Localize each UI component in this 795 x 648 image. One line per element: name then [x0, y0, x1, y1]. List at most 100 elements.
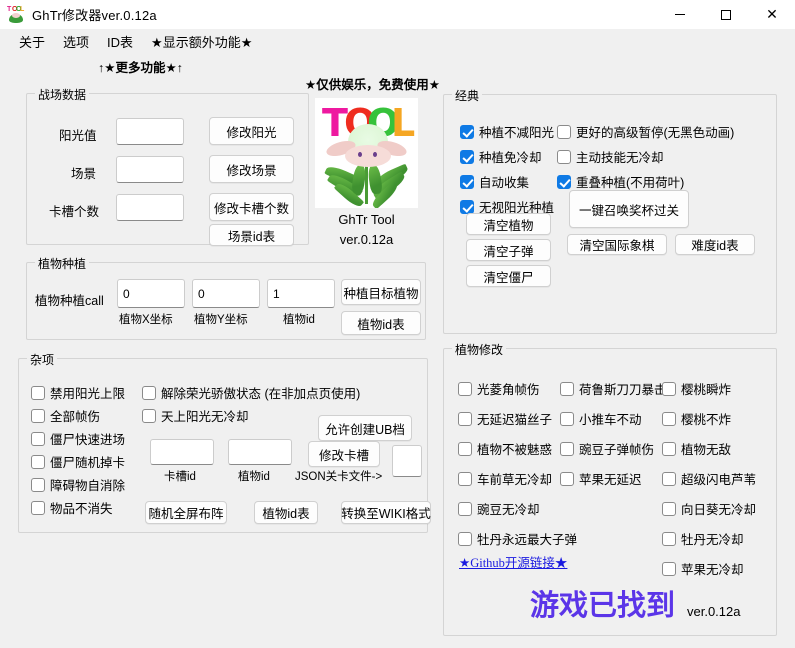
check-apple-no-cooldown[interactable]: 苹果无冷却 — [662, 559, 744, 578]
check-cherry-no-explode[interactable]: 樱桃不炸 — [662, 409, 731, 428]
check-items-not-disappear[interactable]: 物品不消失 — [31, 498, 113, 517]
menu-id-table[interactable]: ID表 — [98, 30, 142, 53]
slot-id-input[interactable] — [150, 439, 214, 465]
clear-chess-button[interactable]: 清空国际象棋 — [567, 234, 667, 255]
check-disable-sun-limit[interactable]: 禁用阳光上限 — [31, 383, 125, 402]
check-active-skill-no-cooldown[interactable]: 主动技能无冷却 — [557, 147, 664, 166]
check-caltrop-frame-damage[interactable]: 光菱角帧伤 — [458, 379, 540, 398]
check-label: 豌豆无冷却 — [477, 503, 540, 517]
allow-create-ub-button[interactable]: 允许创建UB档 — [318, 415, 412, 441]
check-plantain-no-cooldown[interactable]: 车前草无冷却 — [458, 469, 552, 488]
check-pea-bullet-frame-damage[interactable]: 豌豆子弹帧伤 — [560, 439, 654, 458]
check-label: 车前草无冷却 — [477, 473, 553, 487]
difficulty-id-table-button[interactable]: 难度id表 — [675, 234, 755, 255]
modify-sun-button[interactable]: 修改阳光 — [209, 117, 294, 145]
plant-target-button[interactable]: 种植目标植物 — [341, 279, 421, 305]
check-sky-sun-no-cooldown[interactable]: 天上阳光无冷却 — [142, 406, 249, 425]
checkbox-icon — [557, 174, 571, 189]
check-peashooter-no-cooldown[interactable]: 豌豆无冷却 — [458, 499, 540, 518]
slot-count-input[interactable] — [116, 194, 184, 221]
check-remove-glory-pride[interactable]: 解除荣光骄傲状态 (在非加点页使用) — [142, 383, 360, 402]
json-level-caption: JSON关卡文件-> — [295, 471, 383, 483]
check-overlap-planting[interactable]: 重叠种植(不用荷叶) — [557, 172, 684, 191]
clear-bullets-button[interactable]: 清空子弹 — [466, 239, 551, 261]
summon-trophy-button[interactable]: 一键召唤奖杯过关 — [569, 190, 689, 228]
clear-plants-button[interactable]: 清空植物 — [466, 213, 551, 235]
scene-label: 场景 — [71, 167, 97, 181]
check-sunflower-no-cooldown[interactable]: 向日葵无冷却 — [662, 499, 756, 518]
plant-id-table-button[interactable]: 植物id表 — [341, 311, 421, 335]
battlefield-group: 战场数据 阳光值 修改阳光 场景 修改场景 卡槽个数 修改卡槽个数 场景id表 — [26, 86, 309, 246]
plant-id-input[interactable] — [267, 279, 335, 308]
check-horus-crit[interactable]: 荷鲁斯刀刀暴击 — [560, 379, 667, 398]
sun-value-input[interactable] — [116, 118, 184, 145]
battlefield-group-title: 战场数据 — [35, 86, 90, 103]
check-plant-not-charmed[interactable]: 植物不被魅惑 — [458, 439, 552, 458]
clear-zombies-button[interactable]: 清空僵尸 — [466, 265, 551, 287]
menu-options[interactable]: 选项 — [54, 30, 98, 53]
check-label: 障碍物自消除 — [50, 479, 126, 493]
check-label: 豌豆子弹帧伤 — [579, 443, 655, 457]
check-zombie-fast-entry[interactable]: 僵尸快速进场 — [31, 429, 125, 448]
check-better-advanced-pause[interactable]: 更好的高级暂停(无黑色动画) — [557, 122, 734, 141]
scene-input[interactable] — [116, 156, 184, 183]
check-peony-no-cooldown[interactable]: 牡丹无冷却 — [662, 529, 744, 548]
check-label: 荷鲁斯刀刀暴击 — [579, 383, 667, 397]
check-label: 植物不被魅惑 — [477, 443, 553, 457]
check-label: 解除荣光骄傲状态 (在非加点页使用) — [161, 387, 361, 401]
check-zombie-random-card-drop[interactable]: 僵尸随机掉卡 — [31, 452, 125, 471]
scene-id-table-button[interactable]: 场景id表 — [209, 224, 294, 246]
json-path-input[interactable] — [392, 445, 422, 477]
convert-to-wiki-button[interactable]: 转换至WIKI格式 — [341, 501, 431, 524]
menu-about[interactable]: 关于 — [10, 30, 54, 53]
logo-eye-left — [358, 152, 362, 157]
checkbox-icon — [560, 381, 574, 396]
checkbox-icon — [560, 441, 574, 456]
check-no-delay-cat[interactable]: 无延迟猫丝子 — [458, 409, 552, 428]
minimize-button[interactable] — [657, 0, 703, 30]
check-peony-max-bullet[interactable]: 牡丹永远最大子弹 — [458, 529, 577, 548]
minimize-icon — [675, 14, 685, 15]
close-button[interactable]: ✕ — [749, 0, 795, 30]
tool-logo-image: T O O L — [315, 98, 418, 208]
check-plant-invincible[interactable]: 植物无敌 — [662, 439, 731, 458]
check-label: 重叠种植(不用荷叶) — [576, 176, 685, 190]
check-cart-immobile[interactable]: 小推车不动 — [560, 409, 642, 428]
checkbox-icon — [460, 174, 474, 189]
check-label: 苹果无延迟 — [579, 473, 642, 487]
misc-plant-id-table-button[interactable]: 植物id表 — [254, 501, 318, 524]
check-label: 苹果无冷却 — [681, 563, 744, 577]
misc-plant-id-input[interactable] — [228, 439, 292, 465]
check-all-frame-damage[interactable]: 全部帧伤 — [31, 406, 100, 425]
check-plant-no-sun-cost[interactable]: 种植不减阳光 — [460, 122, 554, 141]
checkbox-icon — [458, 411, 472, 426]
checkbox-icon — [662, 501, 676, 516]
maximize-icon — [721, 9, 731, 20]
check-auto-collect[interactable]: 自动收集 — [460, 172, 529, 191]
check-apple-no-delay[interactable]: 苹果无延迟 — [560, 469, 642, 488]
github-link[interactable]: ★Github开源链接★ — [459, 552, 567, 571]
check-label: 向日葵无冷却 — [681, 503, 757, 517]
plant-y-caption: 植物Y坐标 — [194, 314, 248, 326]
app-icon-head — [12, 12, 20, 18]
modify-slot-button[interactable]: 修改卡槽 — [308, 441, 380, 467]
checkbox-icon — [31, 431, 45, 446]
check-obstacle-auto-remove[interactable]: 障碍物自消除 — [31, 475, 125, 494]
checkbox-icon — [458, 381, 472, 396]
plant-x-input[interactable] — [117, 279, 185, 308]
check-super-lightning-reed[interactable]: 超级闪电芦苇 — [662, 469, 756, 488]
random-fullscreen-layout-button[interactable]: 随机全屏布阵 — [145, 501, 227, 524]
menu-extra-features[interactable]: ★显示额外功能★ — [142, 30, 261, 53]
logo-head — [345, 145, 391, 167]
checkbox-icon — [31, 408, 45, 423]
checkbox-icon — [560, 471, 574, 486]
check-label: 超级闪电芦苇 — [681, 473, 757, 487]
plant-y-input[interactable] — [192, 279, 260, 308]
modify-slot-count-button[interactable]: 修改卡槽个数 — [209, 193, 294, 221]
check-cherry-instant-explode[interactable]: 樱桃瞬炸 — [662, 379, 731, 398]
modify-scene-button[interactable]: 修改场景 — [209, 155, 294, 183]
checkbox-icon — [662, 471, 676, 486]
check-plant-no-cooldown[interactable]: 种植免冷却 — [460, 147, 542, 166]
status-game-found: 游戏已找到 — [530, 590, 676, 622]
maximize-button[interactable] — [703, 0, 749, 30]
